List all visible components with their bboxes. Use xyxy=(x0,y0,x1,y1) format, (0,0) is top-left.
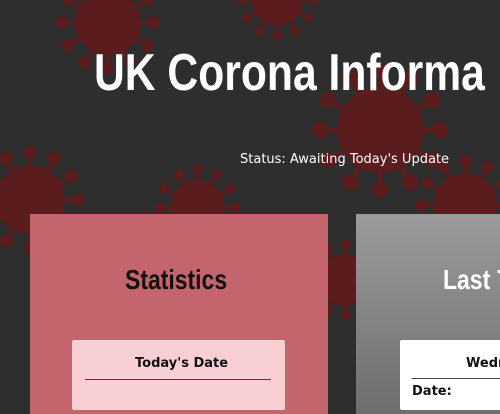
status-text: Status: Awaiting Today's Update xyxy=(240,152,450,167)
statistics-heading: Statistics xyxy=(125,264,228,295)
last7-heading: Last 7 xyxy=(443,264,500,295)
coronavirus-icon xyxy=(232,0,322,45)
divider xyxy=(412,378,500,379)
page-title: UK Corona Informa xyxy=(94,44,485,102)
day-card-title: Wedn xyxy=(466,356,500,371)
todays-date-title: Today's Date xyxy=(135,356,229,371)
divider xyxy=(85,379,271,380)
date-label: Date: xyxy=(412,384,452,399)
